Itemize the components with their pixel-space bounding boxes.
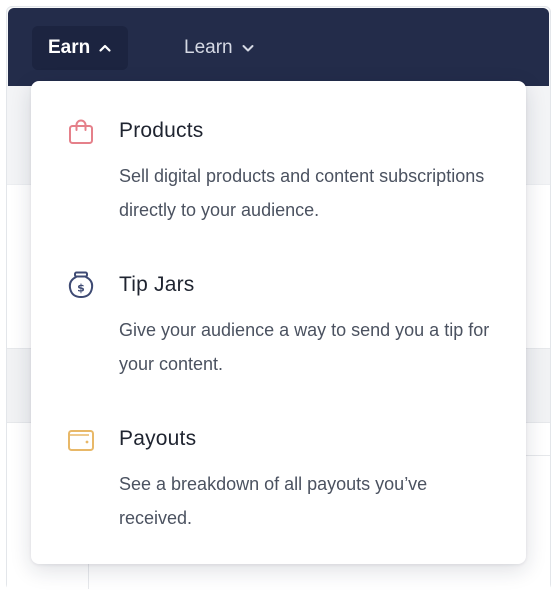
nav-earn-label: Earn — [48, 37, 91, 58]
menu-item-title: Products — [119, 119, 204, 142]
nav-learn-label: Learn — [184, 37, 233, 58]
menu-item-title: Payouts — [119, 427, 197, 450]
menu-item-payouts[interactable]: Payouts See a breakdown of all payouts y… — [31, 389, 526, 549]
svg-text:$: $ — [77, 282, 85, 295]
earn-dropdown-menu: Products Sell digital products and conte… — [31, 81, 526, 564]
chevron-up-icon — [99, 44, 111, 52]
menu-item-description: Give your audience a way to send you a t… — [119, 320, 490, 374]
wallet-icon — [68, 430, 94, 451]
nav-earn-button[interactable]: Earn — [32, 26, 129, 70]
chevron-down-icon — [242, 45, 254, 52]
menu-item-tip-jars[interactable]: $ Tip Jars Give your audience a way to s… — [31, 235, 526, 385]
tip-jar-icon: $ — [68, 271, 94, 299]
menu-item-description: Sell digital products and content subscr… — [119, 166, 485, 220]
menu-item-products[interactable]: Products Sell digital products and conte… — [31, 81, 526, 231]
menu-item-description: See a breakdown of all payouts you’ve re… — [119, 474, 428, 528]
nav-learn-button[interactable]: Learn — [170, 26, 269, 70]
menu-item-title: Tip Jars — [119, 273, 195, 296]
shopping-bag-icon — [69, 119, 93, 144]
